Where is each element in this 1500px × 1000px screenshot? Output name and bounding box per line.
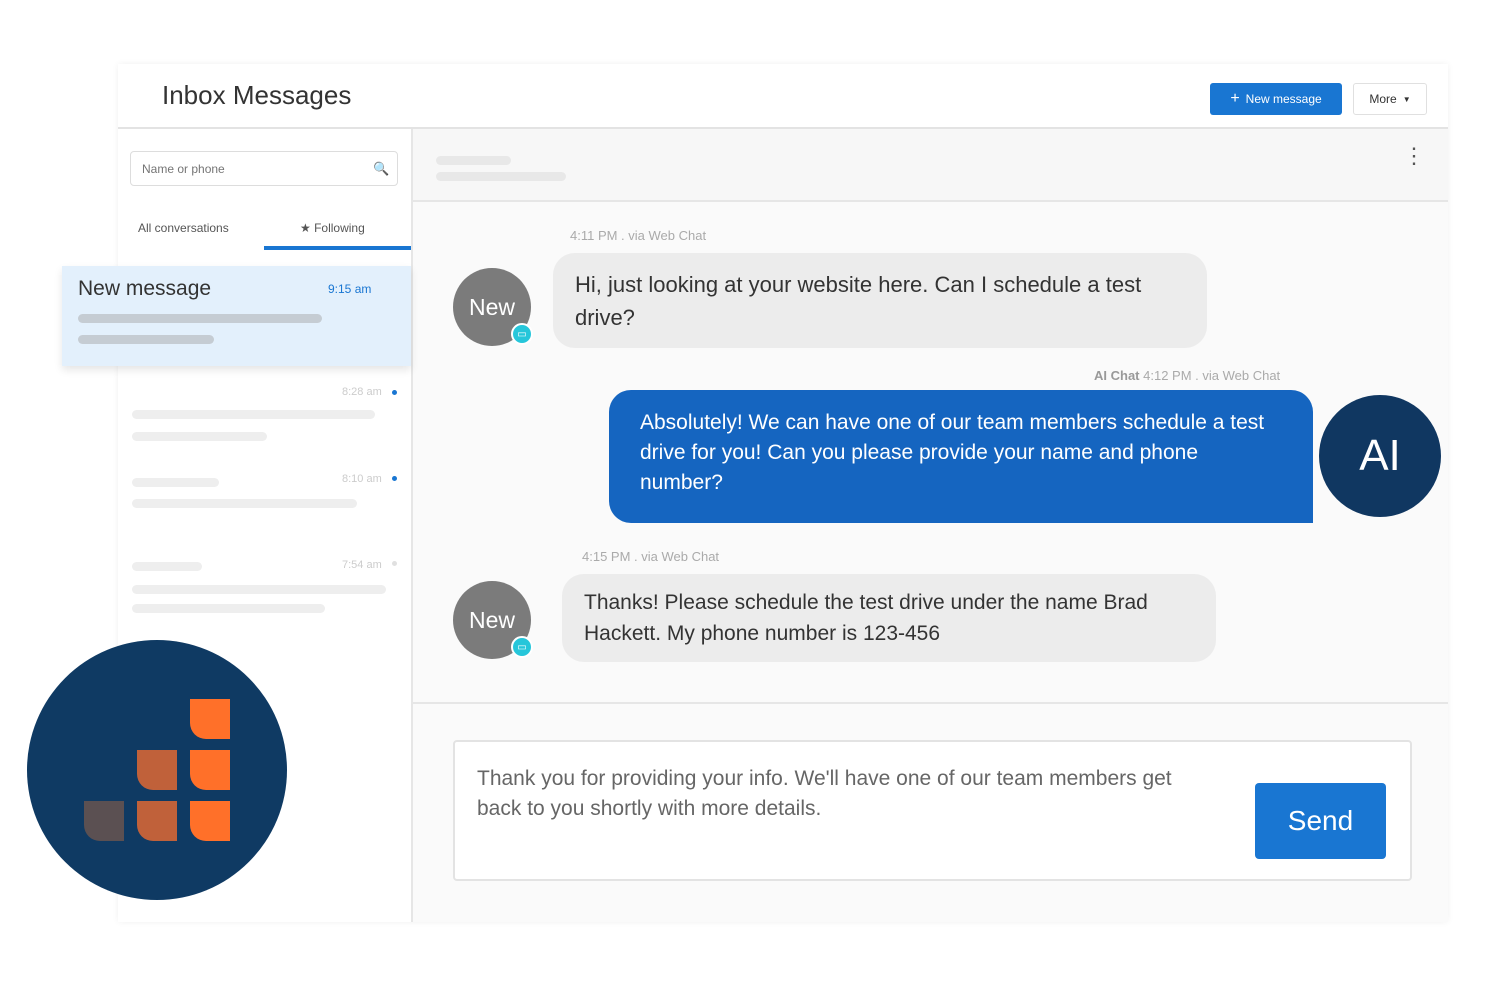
conversation-time: 7:54 am (342, 559, 382, 571)
unread-dot (392, 390, 397, 395)
avatar-label: AI (1359, 431, 1401, 480)
star-icon: ★ (300, 221, 315, 235)
message-meta: 4:15 PM . via Web Chat (582, 549, 720, 564)
web-chat-icon: ▭ (511, 323, 533, 345)
tab-all-conversations[interactable]: All conversations (138, 221, 229, 235)
message-bubble-incoming: Thanks! Please schedule the test drive u… (562, 574, 1216, 662)
tab-following-label: Following (314, 221, 365, 235)
search-icon: 🔍 (373, 161, 390, 176)
composer-divider (413, 702, 1448, 704)
sender-name: AI Chat (1094, 368, 1140, 383)
active-tab-indicator (264, 246, 411, 250)
conversation-item[interactable]: 8:10 am (118, 462, 411, 542)
plus-icon: + (1230, 90, 1240, 107)
send-button[interactable]: Send (1255, 783, 1386, 859)
conversation-item[interactable]: 7:54 am (118, 548, 411, 628)
composer-text: Thank you for providing your info. We'll… (477, 767, 1172, 820)
web-chat-icon: ▭ (511, 636, 533, 658)
conversation-time: 9:15 am (328, 282, 372, 296)
avatar-label: New (468, 293, 515, 320)
message-meta: 4:11 PM . via Web Chat (570, 228, 707, 243)
tab-following[interactable]: ★ Following (300, 221, 365, 235)
search-input[interactable] (130, 151, 398, 186)
conversation-time: 8:10 am (342, 473, 382, 485)
sidebar-divider (411, 129, 413, 922)
unread-dot (392, 476, 397, 481)
meta-text: 4:12 PM . via Web Chat (1143, 368, 1281, 383)
brand-logo (27, 640, 287, 900)
page-title: Inbox Messages (162, 80, 352, 110)
message-bubble-incoming: Hi, just looking at your website here. C… (553, 253, 1207, 348)
conversation-item-selected[interactable]: New message 9:15 am (62, 266, 411, 366)
read-dot (392, 561, 397, 566)
conversation-time: 8:28 am (342, 386, 382, 398)
more-label: More (1369, 92, 1397, 106)
conversation-title: New message (78, 277, 212, 300)
caret-down-icon: ▼ (1402, 94, 1411, 104)
placeholder-line (78, 335, 214, 344)
ai-avatar: AI (1319, 395, 1441, 517)
more-button[interactable]: More ▼ (1353, 83, 1427, 115)
message-bubble-ai: Absolutely! We can have one of our team … (609, 390, 1313, 523)
new-message-button[interactable]: + New message (1210, 83, 1342, 115)
placeholder-line (78, 314, 322, 323)
message-meta: AI Chat 4:12 PM . via Web Chat (1094, 368, 1280, 383)
chat-header: ⋮ (413, 129, 1448, 202)
conversation-item[interactable]: 8:28 am (118, 375, 411, 465)
avatar-label: New (468, 606, 515, 633)
kebab-menu-icon[interactable]: ⋮ (1403, 145, 1425, 167)
new-message-label: New message (1245, 92, 1322, 106)
